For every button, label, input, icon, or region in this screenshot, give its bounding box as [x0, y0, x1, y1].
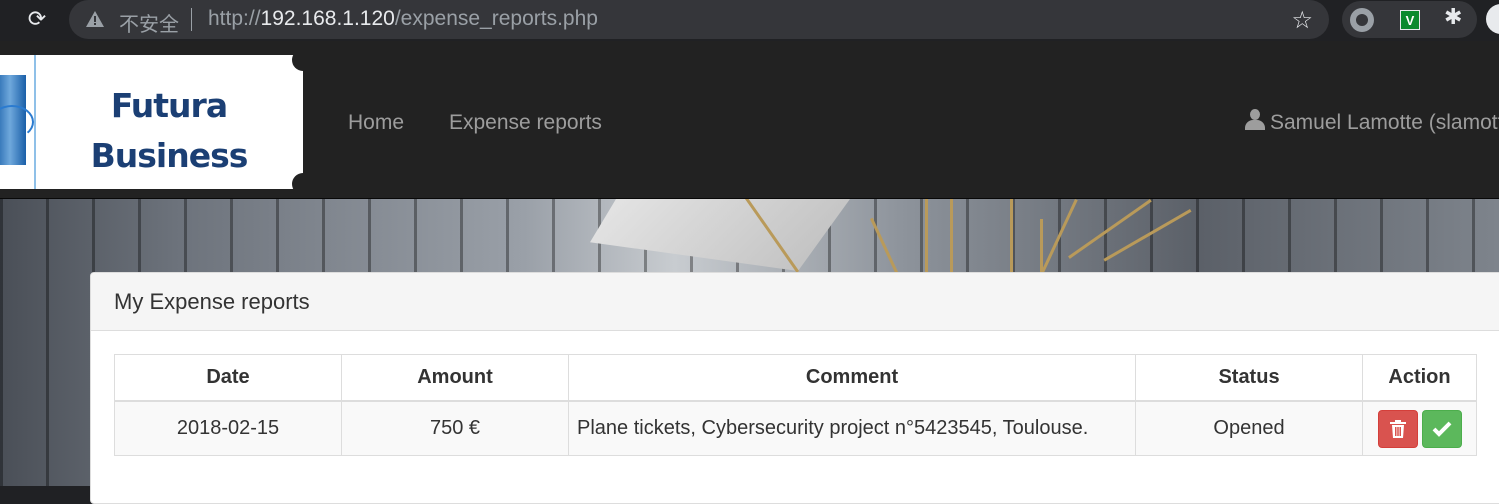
- decor-pole: [925, 199, 928, 279]
- url-host: 192.168.1.120: [260, 7, 395, 30]
- panel-title: My Expense reports: [114, 289, 310, 314]
- logo-notch-top: [292, 55, 303, 71]
- expense-reports-panel: My Expense reports Date Amount Comment S…: [90, 272, 1499, 504]
- site-navbar: Futura Business Informatique Home Expens…: [0, 41, 1499, 199]
- cell-date: 2018-02-15: [114, 400, 342, 456]
- decor-pole: [950, 199, 953, 279]
- validate-button[interactable]: [1421, 409, 1462, 448]
- column-header-amount: Amount: [341, 354, 569, 402]
- user-name: Samuel Lamotte (slamott: [1270, 111, 1499, 134]
- column-header-date: Date: [114, 354, 342, 402]
- table-header-row: Date Amount Comment Status Action: [114, 354, 1477, 402]
- column-header-status: Status: [1135, 354, 1363, 402]
- extensions-area: V ✱: [1342, 1, 1477, 38]
- profile-avatar[interactable]: [1486, 4, 1499, 34]
- address-bar[interactable]: 不安全 http://192.168.1.120/expense_reports…: [69, 0, 1329, 39]
- reload-icon[interactable]: ⟳: [24, 7, 50, 33]
- decor-pole: [1103, 209, 1192, 262]
- decor-pole: [870, 217, 899, 274]
- cell-amount: 750 €: [341, 400, 569, 456]
- bookmark-star-icon[interactable]: ☆: [1291, 6, 1313, 34]
- extension-v-icon[interactable]: V: [1400, 10, 1420, 30]
- column-header-comment: Comment: [568, 354, 1136, 402]
- ceiling-light: [590, 199, 850, 271]
- cell-status: Opened: [1135, 400, 1363, 456]
- divider: [191, 8, 192, 31]
- nav-home-link[interactable]: Home: [348, 111, 404, 135]
- user-icon: [1244, 109, 1266, 131]
- warning-icon: [86, 11, 104, 27]
- table-row: 2018-02-15 750 € Plane tickets, Cybersec…: [114, 400, 1477, 456]
- user-menu[interactable]: Samuel Lamotte (slamott: [1244, 109, 1499, 135]
- cell-action: [1362, 400, 1477, 456]
- column-header-action: Action: [1362, 354, 1477, 402]
- decor-pole: [1010, 199, 1013, 279]
- url-scheme: http://: [208, 7, 261, 30]
- extensions-puzzle-icon[interactable]: ✱: [1444, 5, 1462, 30]
- extension-circle-icon[interactable]: [1350, 8, 1374, 32]
- trash-icon: [1389, 419, 1406, 438]
- expense-table: Date Amount Comment Status Action 2018-0…: [114, 354, 1477, 456]
- decor-pole: [1036, 199, 1078, 282]
- decor-pole: [1068, 199, 1152, 259]
- logo-line-2: Informatique: [38, 181, 300, 189]
- logo-text: Futura Business Informatique: [38, 81, 300, 189]
- security-label[interactable]: 不安全: [119, 8, 179, 37]
- panel-heading: My Expense reports: [91, 273, 1499, 331]
- company-logo[interactable]: Futura Business Informatique: [0, 55, 303, 189]
- delete-button[interactable]: [1377, 409, 1418, 448]
- url-text[interactable]: http://192.168.1.120/expense_reports.php: [208, 7, 598, 31]
- check-icon: [1432, 421, 1451, 437]
- nav-expense-reports-link[interactable]: Expense reports: [449, 111, 602, 135]
- logo-line-1: Futura Business: [90, 86, 249, 175]
- browser-toolbar: ⟳ 不安全 http://192.168.1.120/expense_repor…: [0, 0, 1499, 41]
- building-icon: [0, 75, 34, 165]
- url-path: /expense_reports.php: [394, 7, 598, 30]
- cell-comment: Plane tickets, Cybersecurity project n°5…: [568, 400, 1136, 456]
- logo-divider: [34, 55, 36, 189]
